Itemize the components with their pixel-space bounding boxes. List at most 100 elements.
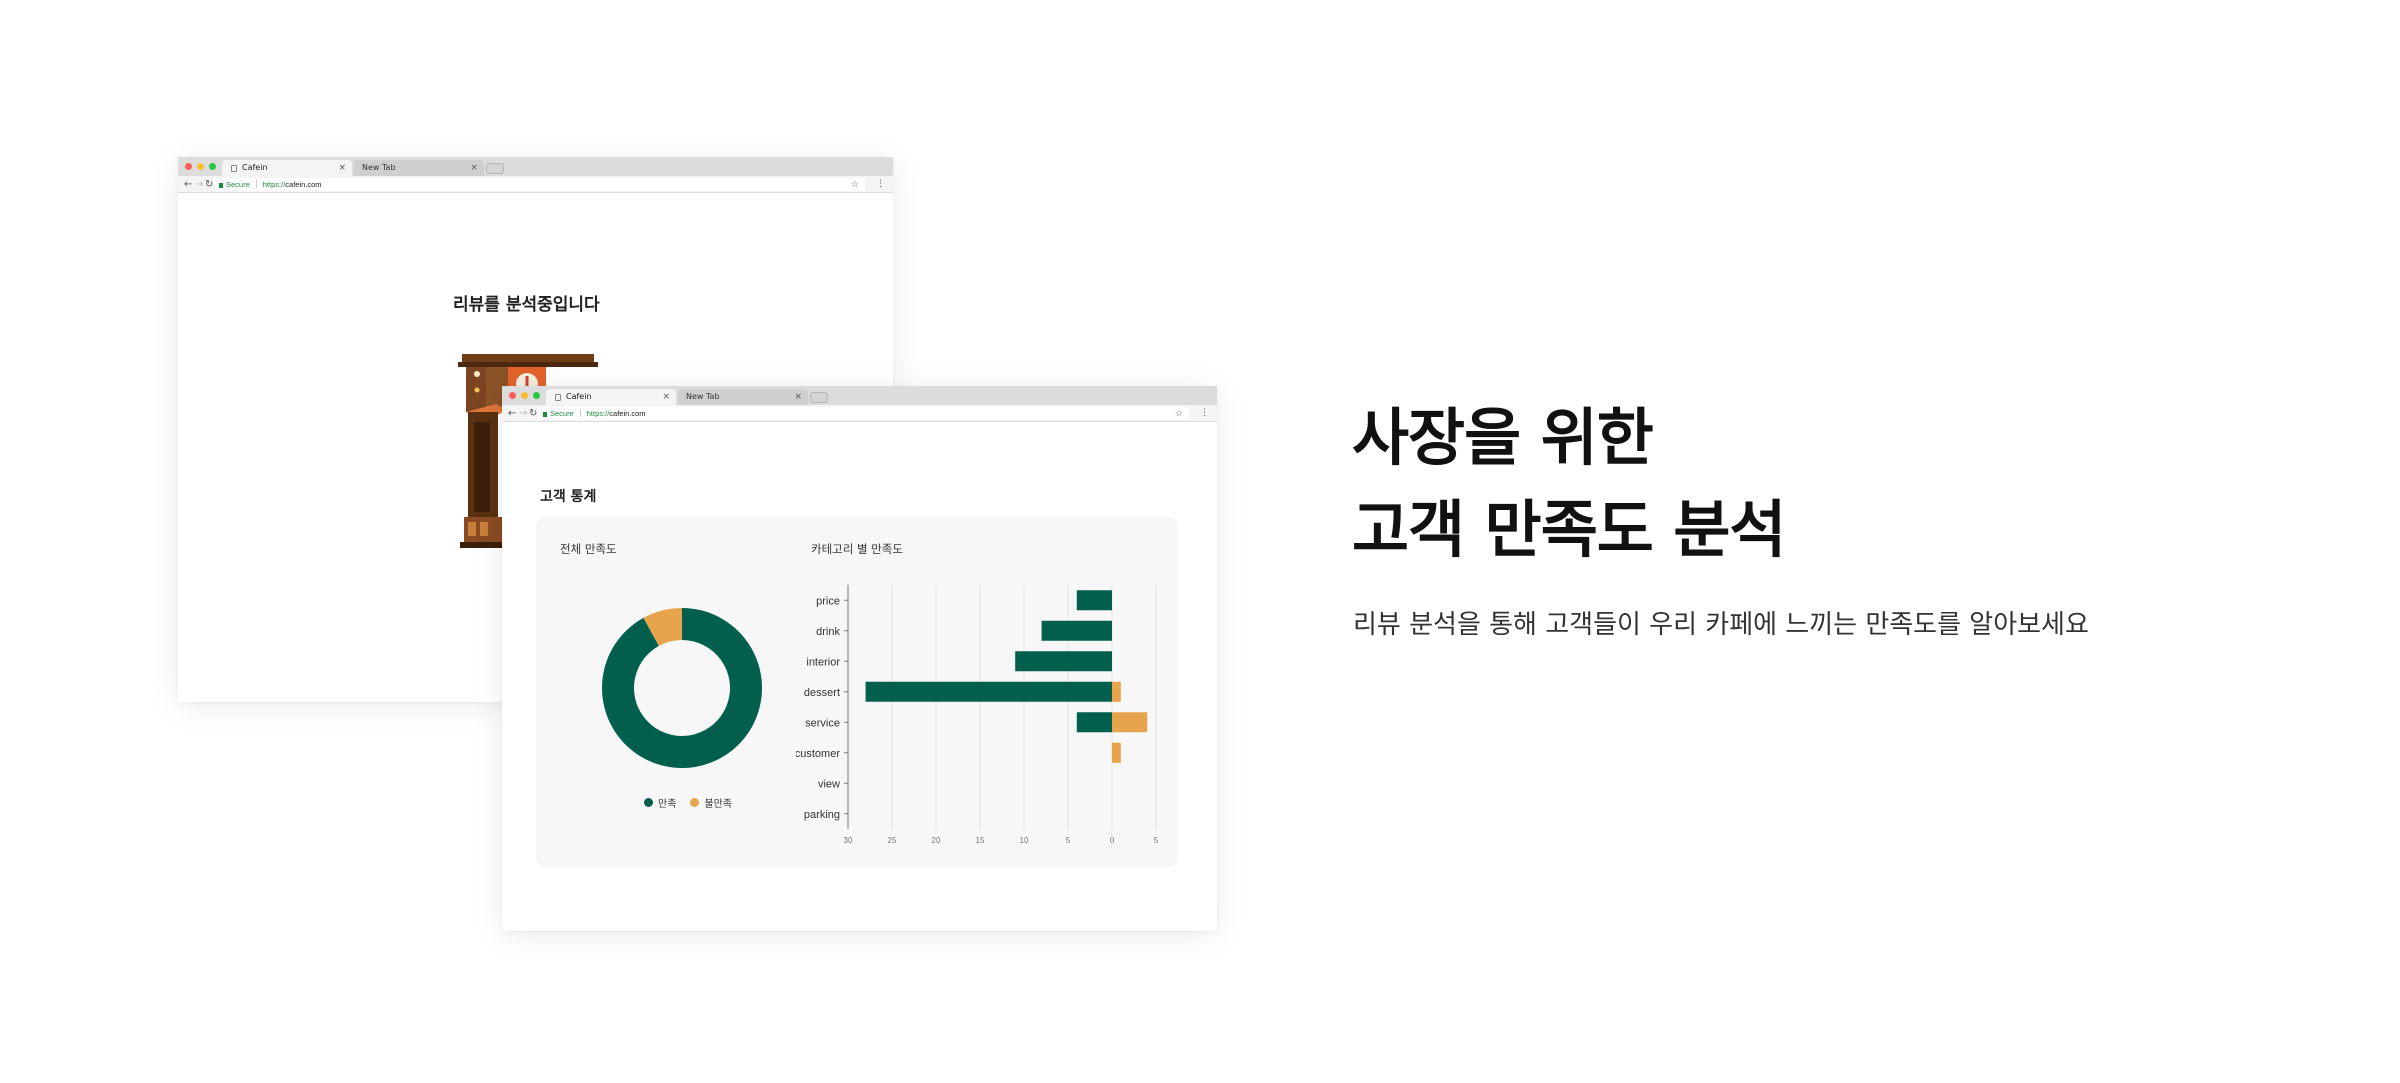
url-scheme: https:// bbox=[586, 409, 610, 418]
x-tick-label: 0 bbox=[1110, 836, 1115, 845]
window-controls bbox=[509, 392, 540, 399]
statistics-panel: 전체 만족도 카테고리 별 만족도 만족 불만족 price drink inter… bbox=[536, 517, 1178, 867]
tab-cafein[interactable]: Cafein × bbox=[222, 160, 352, 176]
url-host: cafein.com bbox=[609, 409, 646, 418]
y-tick-label: customer bbox=[796, 748, 840, 760]
x-tick-label: 10 bbox=[1020, 836, 1029, 845]
y-tick-label: price bbox=[816, 595, 840, 607]
tab-new-tab[interactable]: New Tab × bbox=[354, 160, 484, 176]
close-tab-icon[interactable]: × bbox=[662, 389, 670, 405]
back-arrow-icon[interactable]: ← bbox=[184, 176, 192, 193]
lock-icon bbox=[543, 412, 547, 417]
legend-item-satisfied: 만족 bbox=[644, 795, 676, 810]
y-tick-label: service bbox=[805, 717, 840, 729]
lamp-icon bbox=[474, 371, 480, 377]
lock-icon bbox=[219, 183, 223, 188]
y-tick-label: view bbox=[818, 778, 840, 790]
floor bbox=[460, 542, 508, 548]
divider bbox=[255, 180, 257, 188]
maximize-window-icon[interactable] bbox=[533, 392, 540, 399]
bar-customer-dissatisfied bbox=[1112, 742, 1121, 763]
close-window-icon[interactable] bbox=[509, 392, 516, 399]
tab-label: Cafein bbox=[566, 392, 592, 401]
tab-label: Cafein bbox=[242, 163, 268, 172]
minimize-window-icon[interactable] bbox=[521, 392, 528, 399]
secure-label: Secure bbox=[226, 180, 250, 189]
hero-title-line2: 고객 만족도 분석 bbox=[1352, 493, 1786, 566]
forward-arrow-icon[interactable]: → bbox=[195, 176, 203, 193]
address-bar[interactable]: Secure https://cafein.com ☆ bbox=[537, 407, 1189, 420]
bar-interior-satisfied bbox=[1015, 651, 1112, 672]
section-title: 고객 통계 bbox=[540, 489, 597, 505]
x-tick-label: 15 bbox=[976, 836, 985, 845]
new-tab-button[interactable] bbox=[486, 163, 504, 174]
chart-legend: 만족 불만족 bbox=[644, 795, 732, 810]
tab-cafein[interactable]: Cafein × bbox=[546, 389, 676, 405]
maximize-window-icon[interactable] bbox=[209, 163, 216, 170]
overall-donut-chart bbox=[602, 608, 762, 768]
new-tab-button[interactable] bbox=[810, 392, 828, 403]
awning-edge bbox=[458, 362, 598, 367]
x-tick-label: 5 bbox=[1154, 836, 1159, 845]
y-tick-label: parking bbox=[804, 809, 840, 821]
browser-window-front: Cafein × New Tab × ← → ↻ Secure https://c… bbox=[502, 386, 1217, 931]
tab-label: New Tab bbox=[362, 163, 396, 172]
url-host: cafein.com bbox=[285, 180, 322, 189]
awning-top bbox=[462, 354, 594, 363]
page-icon bbox=[555, 394, 561, 401]
lamp-icon bbox=[474, 387, 480, 393]
secure-label: Secure bbox=[550, 409, 574, 418]
legend-dot bbox=[644, 798, 653, 807]
bar-dessert-satisfied bbox=[865, 681, 1112, 702]
window-controls bbox=[185, 163, 216, 170]
tab-label: New Tab bbox=[686, 392, 720, 401]
y-tick-label: drink bbox=[816, 626, 840, 638]
bar-price-satisfied bbox=[1076, 590, 1112, 611]
legend-item-dissatisfied: 불만족 bbox=[690, 795, 732, 810]
close-tab-icon[interactable]: × bbox=[338, 160, 346, 176]
bar-service-satisfied bbox=[1076, 712, 1112, 733]
counter-window bbox=[480, 522, 488, 536]
url-scheme: https:// bbox=[262, 180, 286, 189]
bar-service-dissatisfied bbox=[1112, 712, 1148, 733]
counter-window bbox=[468, 522, 476, 536]
hero-title-line1: 사장을 위한 bbox=[1352, 401, 1654, 474]
address-bar[interactable]: Secure https://cafein.com ☆ bbox=[213, 178, 865, 191]
tab-new-tab[interactable]: New Tab × bbox=[678, 389, 808, 405]
minimize-window-icon[interactable] bbox=[197, 163, 204, 170]
bookmark-star-icon[interactable]: ☆ bbox=[1175, 407, 1183, 420]
forward-arrow-icon[interactable]: → bbox=[519, 405, 527, 422]
tab-bar: Cafein × New Tab × bbox=[502, 386, 1217, 405]
close-tab-icon[interactable]: × bbox=[470, 160, 478, 176]
x-tick-label: 20 bbox=[932, 836, 941, 845]
hero-title: 사장을 위한 고객 만족도 분석 bbox=[1352, 392, 1786, 576]
loading-title: 리뷰를 분석중입니다 bbox=[453, 295, 600, 315]
browser-menu-icon[interactable]: ⋮ bbox=[876, 176, 885, 193]
legend-label: 만족 bbox=[658, 799, 677, 810]
legend-label: 불만족 bbox=[704, 799, 733, 810]
pillar-shadow bbox=[474, 422, 490, 512]
category-satisfaction-label: 카테고리 별 만족도 bbox=[811, 542, 903, 556]
divider bbox=[579, 409, 581, 417]
close-window-icon[interactable] bbox=[185, 163, 192, 170]
bar-drink-satisfied bbox=[1041, 620, 1112, 641]
back-arrow-icon[interactable]: ← bbox=[508, 405, 516, 422]
x-tick-label: 25 bbox=[888, 836, 897, 845]
bar-dessert-dissatisfied bbox=[1112, 681, 1121, 702]
x-tick-label: 5 bbox=[1066, 836, 1071, 845]
hero-description: 리뷰 분석을 통해 고객들이 우리 카페에 느끼는 만족도를 알아보세요 bbox=[1353, 610, 2089, 640]
browser-toolbar: ← → ↻ Secure https://cafein.com ☆ ⋮ bbox=[178, 176, 893, 193]
x-tick-label: 30 bbox=[844, 836, 853, 845]
bookmark-star-icon[interactable]: ☆ bbox=[851, 178, 859, 191]
browser-menu-icon[interactable]: ⋮ bbox=[1200, 405, 1209, 422]
alert-mark bbox=[525, 376, 529, 386]
y-tick-label: interior bbox=[806, 656, 840, 668]
legend-dot bbox=[690, 798, 700, 807]
tab-bar: Cafein × New Tab × bbox=[178, 157, 893, 176]
overall-satisfaction-label: 전체 만족도 bbox=[560, 542, 617, 556]
close-tab-icon[interactable]: × bbox=[794, 389, 802, 405]
category-bar-chart: price drink interior dessert service customer… bbox=[796, 585, 1159, 845]
y-tick-label: dessert bbox=[804, 687, 840, 699]
page-icon bbox=[231, 165, 237, 172]
browser-toolbar: ← → ↻ Secure https://cafein.com ☆ ⋮ bbox=[502, 405, 1217, 422]
